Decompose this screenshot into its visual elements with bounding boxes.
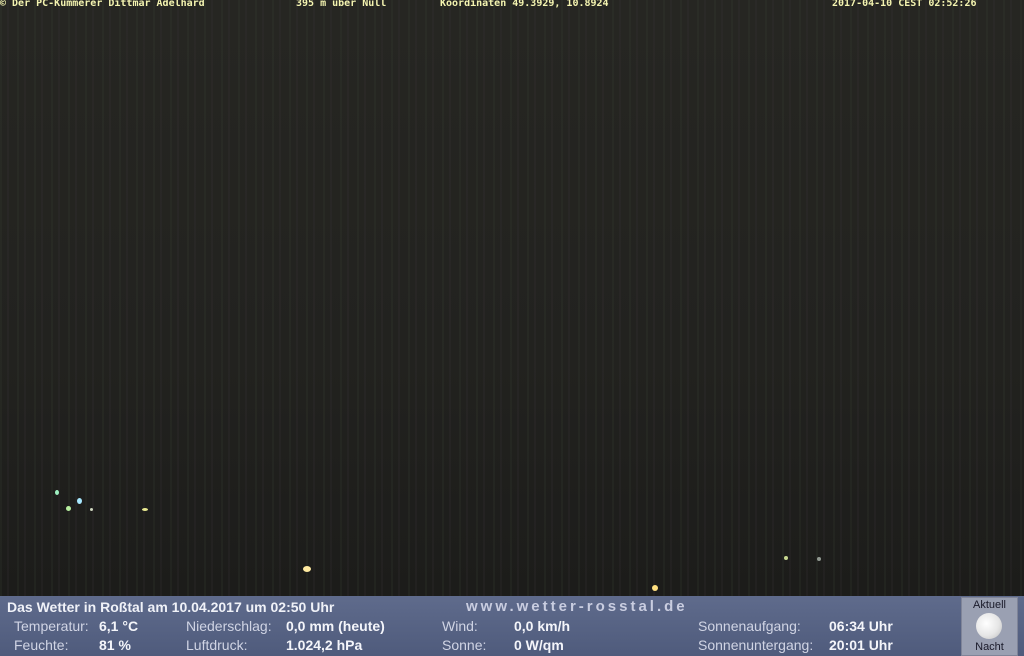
precipitation-label: Niederschlag:	[186, 618, 272, 634]
distant-light	[784, 556, 788, 560]
wind-label: Wind:	[442, 618, 478, 634]
webcam-night-image	[0, 0, 1024, 596]
moon-phase-panel: Aktuell Nacht	[961, 597, 1018, 656]
sunset-label: Sonnenuntergang:	[698, 637, 814, 653]
sunrise-label: Sonnenaufgang:	[698, 618, 801, 634]
sun-label: Sonne:	[442, 637, 487, 653]
sun-value: 0 W/qm	[514, 637, 564, 653]
pressure-label: Luftdruck:	[186, 637, 248, 653]
moon-icon	[976, 613, 1002, 639]
weather-info-bar: Das Wetter in Roßtal am 10.04.2017 um 02…	[0, 596, 1024, 656]
temperature-value: 6,1 °C	[99, 618, 139, 634]
distant-light	[303, 566, 311, 572]
moon-time-label: Nacht	[975, 641, 1004, 653]
copyright-text: © Der PC-Kümmerer Dittmar Adelhard	[0, 0, 205, 9]
humidity-value: 81 %	[99, 637, 131, 653]
temperature-label: Temperatur:	[14, 618, 89, 634]
camera-info-overlay: © Der PC-Kümmerer Dittmar Adelhard 395 m…	[0, 0, 1024, 10]
distant-light	[652, 585, 658, 591]
altitude-text: 395 m über Null	[296, 0, 387, 9]
precipitation-value: 0,0 mm (heute)	[286, 618, 385, 634]
weather-title: Das Wetter in Roßtal am 10.04.2017 um 02…	[7, 599, 335, 615]
sunset-value: 20:01 Uhr	[829, 637, 893, 653]
pressure-value: 1.024,2 hPa	[286, 637, 363, 653]
distant-light	[142, 508, 148, 511]
distant-light	[55, 490, 59, 495]
coordinates-text: Koordinaten 49.3929, 10.8924	[440, 0, 609, 9]
sunrise-value: 06:34 Uhr	[829, 618, 893, 634]
distant-light	[817, 557, 821, 561]
wind-value: 0,0 km/h	[514, 618, 571, 634]
distant-light	[66, 506, 71, 511]
moon-status-label: Aktuell	[972, 599, 1007, 611]
humidity-label: Feuchte:	[14, 637, 69, 653]
website-url: www.wetter-rosstal.de	[466, 598, 688, 615]
distant-light	[90, 508, 93, 511]
distant-light	[77, 498, 82, 504]
timestamp-text: 2017-04-10 CEST 02:52:26	[832, 0, 977, 9]
